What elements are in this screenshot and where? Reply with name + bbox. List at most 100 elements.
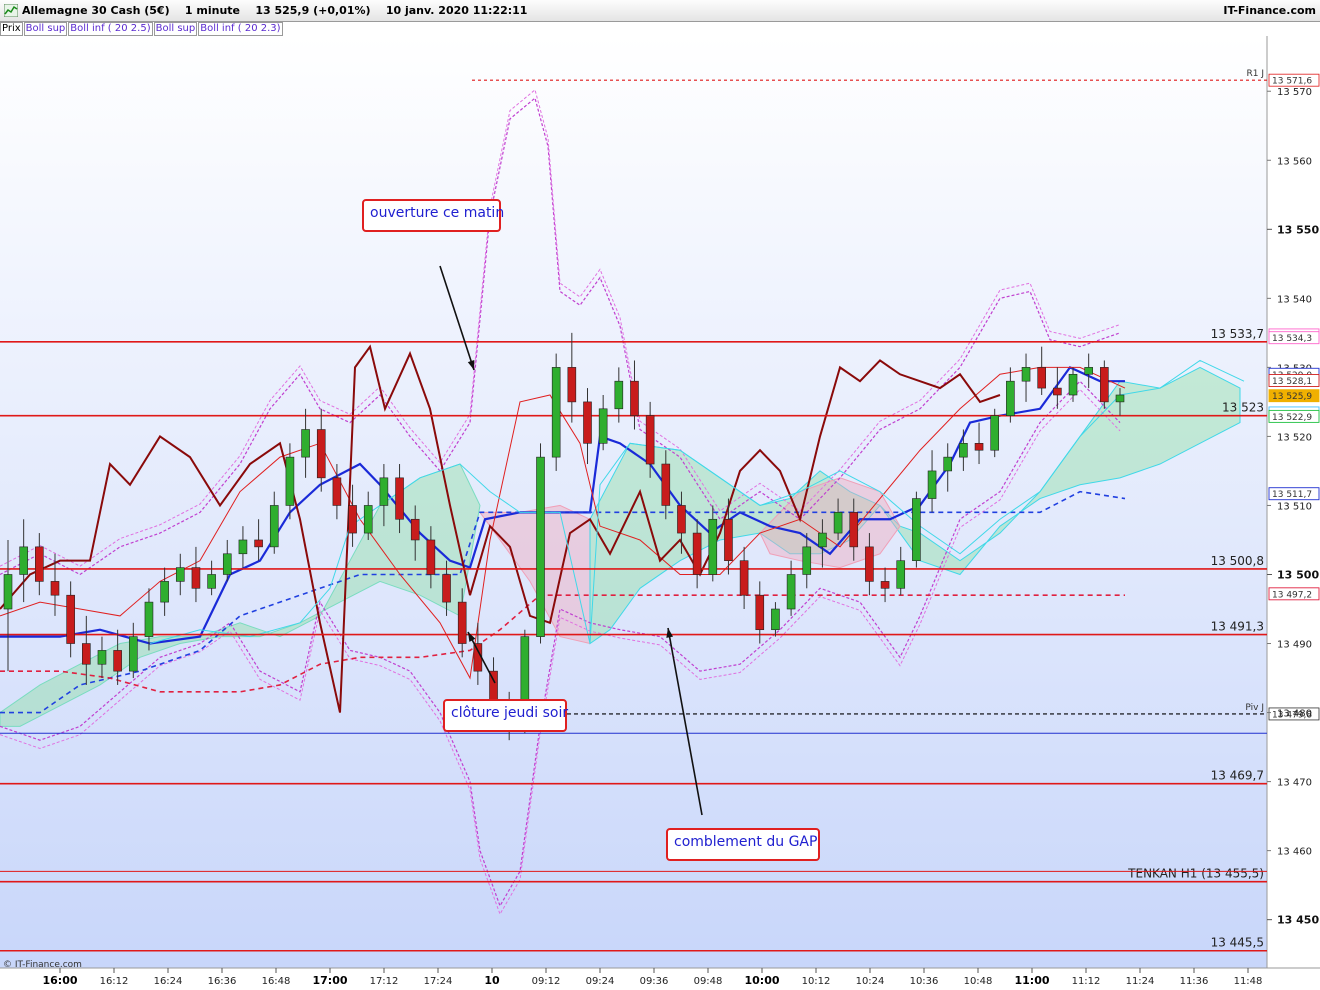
y-tick-label: 13 540 [1277,294,1312,305]
value-tag-3: 13 528,1 [1272,377,1312,387]
candle-body[interactable] [254,539,263,548]
pivot-tag-0: 13 571,6 [1272,77,1312,87]
candle-body[interactable] [661,463,671,506]
candle-body[interactable] [943,456,953,472]
candle-body[interactable] [583,401,592,444]
candle-body[interactable] [3,574,13,610]
candle-body[interactable] [818,532,827,548]
x-tick-label: 10 [484,974,500,987]
candle-body[interactable] [410,518,420,541]
x-tick-label: 09:48 [694,976,723,987]
candle-body[interactable] [97,650,107,665]
candle-body[interactable] [1068,373,1078,396]
candle-body[interactable] [1084,367,1093,375]
candle-body[interactable] [128,636,138,672]
candle-body[interactable] [567,367,577,403]
value-tag-1: 13 534,3 [1272,334,1312,344]
candle-body[interactable] [802,546,812,575]
x-tick-label: 10:24 [856,976,885,987]
candle-body[interactable] [990,415,1000,451]
level-label-6: 13 445,5 [1211,936,1264,950]
y-tick-label: 13 450 [1277,914,1319,927]
level-label-0: 13 533,7 [1211,327,1264,341]
candle-body[interactable] [457,601,467,644]
candle-body[interactable] [630,380,639,417]
candle-body[interactable] [849,512,859,548]
candle-body[interactable] [191,567,201,589]
candle-body[interactable] [912,498,921,561]
x-tick-label: 09:24 [586,976,615,987]
candle-body[interactable] [974,443,984,451]
level-label-1: 13 523 [1222,401,1264,415]
candle-body[interactable] [50,581,60,596]
candle-body[interactable] [363,505,373,534]
candle-body[interactable] [1100,367,1109,403]
candle-body[interactable] [786,574,796,610]
x-tick-label: 16:24 [154,976,183,987]
candle-body[interactable] [865,546,874,582]
candle-body[interactable] [645,415,655,465]
candle-body[interactable] [551,367,561,458]
candle-body[interactable] [598,408,608,444]
candle-body[interactable] [426,539,436,575]
x-tick-label: 10:00 [744,974,779,987]
candle-body[interactable] [692,532,702,575]
candle-body[interactable] [35,546,44,582]
candle-body[interactable] [207,574,216,589]
x-tick-label: 11:24 [1126,976,1155,987]
candle-body[interactable] [614,380,624,410]
candle-body[interactable] [724,518,733,561]
candle-body[interactable] [19,546,28,575]
candle-body[interactable] [959,443,968,458]
candle-body[interactable] [771,608,780,631]
candle-body[interactable] [144,601,154,637]
candle-body[interactable] [285,456,295,506]
candle-body[interactable] [175,567,185,582]
y-tick-label: 13 570 [1277,87,1312,98]
price-chart[interactable]: 13 533,7 13 523 13 500,8 13 491,3 13 469,7 TE… [0,0,1320,990]
candle-body[interactable] [238,539,248,555]
candle-body[interactable] [1115,394,1125,403]
x-tick-label: 16:00 [42,974,77,987]
candle-body[interactable] [379,477,389,506]
x-tick-label: 17:24 [424,976,453,987]
level-label-4: 13 469,7 [1211,769,1264,783]
candle-body[interactable] [66,594,75,644]
candle-body[interactable] [82,643,91,665]
candle-body[interactable] [348,505,357,534]
candle-body[interactable] [442,574,451,603]
candle-body[interactable] [1021,367,1031,382]
value-tag-7: 13 511,7 [1272,490,1312,500]
candle-body[interactable] [927,470,937,499]
candle-body[interactable] [222,553,232,575]
candle-body[interactable] [1053,387,1062,396]
candle-body[interactable] [677,505,686,534]
x-tick-label: 11:36 [1180,976,1209,987]
candle-body[interactable] [1037,367,1046,389]
candle-body[interactable] [755,594,765,631]
y-tick-label: 13 490 [1277,640,1312,651]
candle-body[interactable] [301,429,310,458]
level-label-2: 13 500,8 [1211,554,1264,568]
x-tick-label: 17:00 [312,974,347,987]
candle-body[interactable] [536,456,545,637]
candle-body[interactable] [1006,380,1015,417]
candle-body[interactable] [269,505,279,548]
candle-body[interactable] [896,560,906,589]
candle-body[interactable] [833,512,843,534]
copyright-label: © IT-Finance.com [3,960,82,970]
candle-body[interactable] [708,518,718,575]
candle-body[interactable] [739,560,749,596]
annotation-ouverture: ouverture ce matin [362,199,504,232]
candle-body[interactable] [880,581,890,589]
candle-body[interactable] [113,650,122,672]
candle-body[interactable] [332,477,342,506]
annotation-comblement-gap: comblement du GAP [666,828,820,861]
y-tick-label: 13 460 [1277,847,1312,858]
candle-body[interactable] [160,581,169,603]
y-tick-label: 13 480 [1277,709,1312,720]
value-tag-6: 13 522,9 [1272,413,1312,423]
candle-body[interactable] [316,429,326,479]
x-tick-label: 11:00 [1014,974,1049,987]
candle-body[interactable] [395,477,404,520]
